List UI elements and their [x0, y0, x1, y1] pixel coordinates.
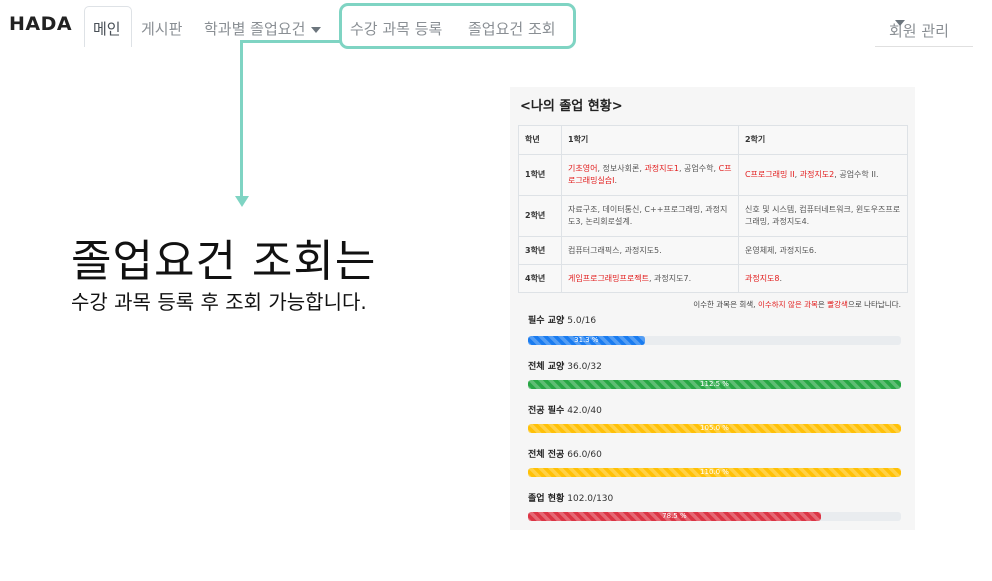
semester-2-cell: 운영체제, 과정지도6. [737, 236, 909, 265]
semester-1-cell: 기초영어, 정보사회론, 과정지도1, 공업수학, C프로그래밍실습I. [561, 154, 739, 196]
semester-2-cell: 신호 및 시스템, 컴퓨터네트워크, 윈도우즈프로그래밍, 과정지도4. [737, 195, 909, 237]
course-text: . [779, 273, 783, 283]
metric-label: 전체 교양 36.0/32 [528, 359, 602, 372]
course-text: , 공업수학 II. [834, 170, 879, 179]
course-text: 은 [817, 300, 828, 309]
course-not-taken: 과정지도2 [799, 170, 835, 179]
metric-name: 졸업 현황 [528, 494, 565, 504]
course-not-taken: 빨강색 [827, 300, 848, 309]
metric-value: 66.0/60 [567, 450, 602, 460]
metric-value: 5.0/16 [567, 316, 597, 326]
table-row: 4학년 게임프로그래밍프로젝트, 과정지도7. 과정지도8. [518, 264, 909, 293]
course-text: 컴퓨터그래픽스, 과정지도5. [568, 245, 662, 255]
course-text: , 공업수학, [678, 164, 719, 173]
course-not-taken: 기초영어 [568, 164, 598, 173]
progress-fill: 112.5 % [528, 380, 901, 389]
year-cell: 4학년 [518, 264, 562, 293]
callout-connector-vertical [240, 40, 243, 198]
arrow-down-icon [235, 196, 249, 207]
progress-bar: 31.3 % [528, 336, 901, 345]
course-text: 이수한 과목은 회색, [693, 300, 758, 309]
nav-requirements-label: 학과별 졸업요건 [204, 20, 306, 38]
progress-bar: 78.5 % [528, 512, 901, 521]
course-text: 으로 나타납니다. [847, 300, 901, 309]
course-not-taken: 게임프로그래밍프로젝트 [568, 273, 649, 283]
metric-value: 36.0/32 [567, 362, 602, 372]
progress-fill: 105.0 % [528, 424, 901, 433]
semester-1-cell: 자료구조, 데이터통신, C++프로그래밍, 과정지도3, 논리회로설계. [561, 195, 739, 237]
callout-title: 졸업요건 조회는 [71, 236, 377, 287]
metric-value: 42.0/40 [567, 406, 602, 416]
tab-main-label: 메인 [93, 20, 121, 38]
course-text: 운영체제, 과정지도6. [744, 245, 817, 255]
year-cell: 1학년 [518, 154, 562, 196]
progress-percent: 31.3 % [574, 336, 599, 344]
course-not-taken: C프로그래밍 II [744, 170, 795, 179]
progress-bar: 112.5 % [528, 380, 901, 389]
metric-name: 전공 필수 [528, 406, 565, 416]
course-text: 자료구조, 데이터통신, C++프로그래밍, 과정지도3, 논리회로설계. [568, 205, 728, 226]
course-not-taken: 이수하지 않은 과목 [757, 300, 818, 309]
metric-name: 필수 교양 [528, 316, 565, 326]
semester-2-cell: 과정지도8. [737, 264, 909, 293]
progress-percent: 78.5 % [662, 512, 687, 520]
callout-connector-horizontal [240, 40, 340, 43]
progress-bar: 105.0 % [528, 424, 901, 433]
chevron-down-icon [311, 26, 322, 33]
semester-1-cell: 컴퓨터그래픽스, 과정지도5. [561, 236, 739, 265]
legend-note: 이수한 과목은 회색, 이수하지 않은 과목은 빨강색으로 나타납니다. [693, 299, 901, 310]
nav-requirements[interactable]: 학과별 졸업요건 [204, 18, 322, 39]
highlight-frame [339, 3, 576, 49]
metric-value: 102.0/130 [567, 494, 614, 504]
semester-1-cell: 게임프로그래밍프로젝트, 과정지도7. [561, 264, 739, 293]
panel-title: <나의 졸업 현황> [520, 99, 623, 114]
header-semester-2: 2학기 [737, 125, 909, 155]
progress-percent: 110.0 % [700, 468, 729, 476]
year-cell: 2학년 [518, 195, 562, 237]
progress-fill: 31.3 % [528, 336, 645, 345]
nav-board[interactable]: 게시판 [141, 18, 182, 39]
course-text: 신호 및 시스템, 컴퓨터네트워크, 윈도우즈프로그래밍, 과정지도4. [744, 205, 901, 226]
table-header-row: 학년 1학기 2학기 [518, 125, 909, 155]
progress-percent: 105.0 % [700, 424, 729, 432]
metric-label: 필수 교양 5.0/16 [528, 313, 596, 326]
metric-name: 전체 교양 [528, 362, 565, 372]
course-not-taken: 과정지도8 [744, 273, 780, 283]
course-not-taken: 과정지도1 [644, 164, 679, 173]
semester-2-cell: C프로그래밍 II, 과정지도2, 공업수학 II. [737, 154, 909, 196]
progress-bar: 110.0 % [528, 468, 901, 477]
metric-name: 전체 전공 [528, 450, 565, 460]
header-semester-1: 1학기 [561, 125, 739, 155]
metric-label: 졸업 현황 102.0/130 [528, 491, 613, 504]
chevron-down-icon [895, 20, 905, 26]
table-row: 3학년 컴퓨터그래픽스, 과정지도5. 운영체제, 과정지도6. [518, 236, 909, 265]
table-row: 2학년 자료구조, 데이터통신, C++프로그래밍, 과정지도3, 논리회로설계.… [518, 195, 909, 237]
year-cell: 3학년 [518, 236, 562, 265]
header-year: 학년 [518, 125, 562, 155]
user-menu-dropdown[interactable]: 회원 관리 [875, 16, 973, 47]
course-text: . [614, 176, 618, 185]
progress-fill: 78.5 % [528, 512, 821, 521]
tab-main[interactable]: 메인 [84, 6, 132, 47]
brand-logo[interactable]: HADA [9, 13, 72, 35]
metric-label: 전공 필수 42.0/40 [528, 403, 602, 416]
callout-subtitle: 수강 과목 등록 후 조회 가능합니다. [71, 290, 367, 314]
graduation-status-panel: <나의 졸업 현황> 학년 1학기 2학기 1학년 기초영어, 정보사회론, 과정… [510, 87, 915, 530]
metric-label: 전체 전공 66.0/60 [528, 447, 602, 460]
course-text: , 정보사회론, [597, 164, 645, 173]
progress-percent: 112.5 % [700, 380, 729, 388]
course-table: 학년 1학기 2학기 1학년 기초영어, 정보사회론, 과정지도1, 공업수학, … [518, 125, 909, 293]
course-text: , 과정지도7. [648, 273, 692, 283]
table-row: 1학년 기초영어, 정보사회론, 과정지도1, 공업수학, C프로그래밍실습I. C… [518, 154, 909, 196]
progress-fill: 110.0 % [528, 468, 901, 477]
